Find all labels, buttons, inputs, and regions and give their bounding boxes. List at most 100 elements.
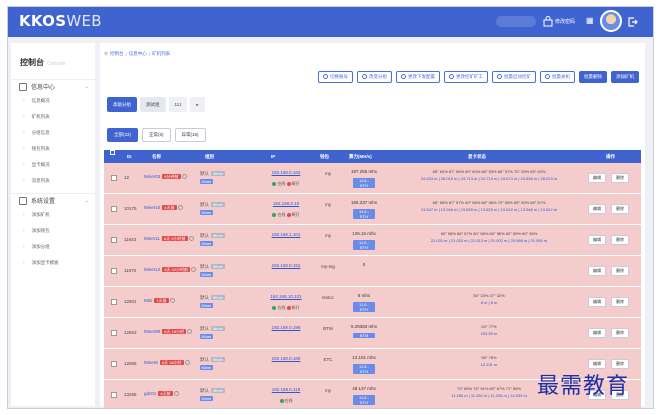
edit-button[interactable]: 编辑 <box>588 297 606 307</box>
miner-name-link[interactable]: Miner12 <box>144 267 160 272</box>
ip-link[interactable]: 192.168.0.169 <box>272 356 301 361</box>
miner-name-link[interactable]: Miner03 <box>144 174 160 179</box>
miner-name-link[interactable]: gdc01 <box>144 391 156 396</box>
table-row[interactable]: 12501 Mini 7天前 默认 Miner Miner 192.168.10.101 在线… <box>104 287 641 318</box>
row-checkbox[interactable] <box>111 175 117 181</box>
help-icon[interactable] <box>177 205 183 211</box>
column-header[interactable]: 组别 <box>205 150 214 163</box>
avatar[interactable] <box>600 10 622 32</box>
sidebar-item[interactable]: › 显卡概况 <box>11 157 95 173</box>
column-header[interactable]: 名称 <box>152 150 161 163</box>
ip-link[interactable]: 192.168.10.101 <box>270 294 301 299</box>
miner-name-link[interactable]: Miner10 <box>144 205 160 210</box>
row-checkbox[interactable] <box>111 361 117 367</box>
column-header[interactable]: IP <box>271 150 275 163</box>
column-header[interactable]: 显卡状态 <box>468 150 486 163</box>
miner-name-link[interactable]: Mini <box>144 298 152 303</box>
table-row[interactable]: 11643 Miner11 6天 9小时前 默认 Miner Miner 192.168.1… <box>104 225 641 256</box>
sidebar-item[interactable]: › 添加显卡模板 <box>11 255 95 271</box>
table-row[interactable]: 11970 Miner12 3天 22小时前 默认 Miner Miner 192.168.… <box>104 256 641 287</box>
row-checkbox[interactable] <box>111 206 117 212</box>
column-header[interactable]: ID <box>127 150 132 163</box>
row-id: 12653 <box>124 330 137 335</box>
sidebar-group[interactable]: 系统设置 ⌄ <box>11 193 95 207</box>
table-row[interactable]: 12 Miner03 6分钟前 默认 Miner Miner 192.168.0.163 在线… <box>104 163 641 194</box>
change-config-button[interactable]: 更改下发配置 <box>396 71 440 83</box>
sidebar-group[interactable]: 信息中心 ⌄ <box>11 79 95 93</box>
sidebar-item[interactable]: › 添加分组 <box>11 239 95 255</box>
edit-button[interactable]: 编辑 <box>588 204 606 214</box>
select-all-checkbox[interactable] <box>110 150 115 155</box>
miner-name-link[interactable]: Miner11 <box>144 236 160 241</box>
search-input[interactable] <box>496 16 536 27</box>
help-icon[interactable] <box>188 236 194 242</box>
sidebar-item[interactable]: › 矿机列表 <box>11 109 95 125</box>
breadcrumb-item[interactable]: 矿机列表 <box>152 51 170 57</box>
help-icon[interactable] <box>173 391 179 397</box>
column-header[interactable]: 操作 <box>606 150 615 163</box>
sidebar-item[interactable]: › 消息列表 <box>11 173 95 189</box>
edit-button[interactable]: 编辑 <box>588 328 606 338</box>
miner-name-link[interactable]: Miner80 <box>144 329 160 334</box>
grid-icon[interactable]: ▦ <box>586 17 594 25</box>
delete-button[interactable]: 删除 <box>611 235 629 245</box>
help-icon[interactable] <box>169 298 175 304</box>
row-checkbox[interactable] <box>111 330 117 336</box>
expand-toggle[interactable]: ▸ <box>190 97 205 112</box>
miner-name-link[interactable]: Miner8 <box>144 360 158 365</box>
row-checkbox[interactable] <box>111 392 117 398</box>
logout-icon[interactable] <box>628 17 638 27</box>
group-select[interactable]: 测试组 <box>140 97 166 112</box>
change-miner-button[interactable]: 更改挖矿矿工 <box>444 71 488 83</box>
tab-normal[interactable]: 正常(6) <box>142 128 171 142</box>
tab-abnormal[interactable]: 异常(16) <box>174 128 206 142</box>
row-checkbox[interactable] <box>111 268 117 274</box>
row-checkbox[interactable] <box>111 299 117 305</box>
help-icon[interactable] <box>184 360 190 366</box>
count-field[interactable]: 111 <box>168 97 188 112</box>
edit-button[interactable]: 编辑 <box>588 173 606 183</box>
ip-link[interactable]: 192.168.0.163 <box>272 170 301 175</box>
batch-shutdown-button[interactable]: 批量关机 <box>540 71 575 83</box>
row-checkbox[interactable] <box>111 237 117 243</box>
sidebar-item[interactable]: › 添加矿机 <box>11 207 95 223</box>
host-badge: Miner <box>200 334 213 339</box>
advanced-group-button[interactable]: 高级分组 <box>107 97 137 112</box>
switch-account-button[interactable]: 切换账号 <box>318 71 353 83</box>
delete-button[interactable]: 删除 <box>611 266 629 276</box>
batch-delete-button[interactable]: 批量删除 <box>579 71 607 83</box>
column-header[interactable]: 算力(MH/s) <box>349 150 372 163</box>
help-icon[interactable] <box>181 174 187 180</box>
breadcrumb-item[interactable]: 信息中心 <box>129 51 147 57</box>
group-name: 默认 <box>200 171 209 176</box>
sidebar-item[interactable]: › 信息概况 <box>11 93 95 109</box>
ip-link[interactable]: 192.168.0.19 <box>273 201 299 206</box>
ip-link[interactable]: 192.168.1.101 <box>272 232 301 237</box>
delete-button[interactable]: 删除 <box>611 204 629 214</box>
ip-link[interactable]: 192.168.0.152 <box>272 263 301 268</box>
table-row[interactable]: 12653 Miner80 6天 18小时 默认 Miner Miner 192.168.0… <box>104 318 641 349</box>
breadcrumb-item[interactable]: 控制台 <box>110 51 124 57</box>
column-header[interactable]: 钱包 <box>320 150 329 163</box>
help-icon[interactable] <box>191 267 197 273</box>
edit-button[interactable]: 编辑 <box>588 235 606 245</box>
change-password-link[interactable]: 修改密码 <box>555 18 575 25</box>
ip-link[interactable]: 192.168.0.118 <box>272 387 300 392</box>
tab-all[interactable]: 全部(33) <box>107 128 139 142</box>
delete-button[interactable]: 删除 <box>611 328 629 338</box>
batch-start-button[interactable]: 批量启动挖矿 <box>492 71 536 83</box>
sidebar-item[interactable]: › 分组信息 <box>11 125 95 141</box>
add-miner-button[interactable]: 添加矿机 <box>611 71 639 83</box>
edit-button[interactable]: 编辑 <box>588 266 606 276</box>
sidebar-item[interactable]: › 钱包列表 <box>11 141 95 157</box>
sidebar-item[interactable]: › 添加钱包 <box>11 223 95 239</box>
change-group-button[interactable]: 改变分组 <box>357 71 392 83</box>
row-speed-cell: 9.29383 mhs BTM <box>344 324 384 338</box>
delete-button[interactable]: 删除 <box>611 297 629 307</box>
ip-link[interactable]: 192.168.0.196 <box>272 325 301 330</box>
table-row[interactable]: 10175 Miner10 4天前 默认 Miner Miner 192.168.0.19 在… <box>104 194 641 225</box>
host-badge: Miner <box>200 396 213 401</box>
app-logo[interactable]: KKOSWEB <box>19 12 102 30</box>
delete-button[interactable]: 删除 <box>611 173 629 183</box>
help-icon[interactable] <box>187 329 193 335</box>
